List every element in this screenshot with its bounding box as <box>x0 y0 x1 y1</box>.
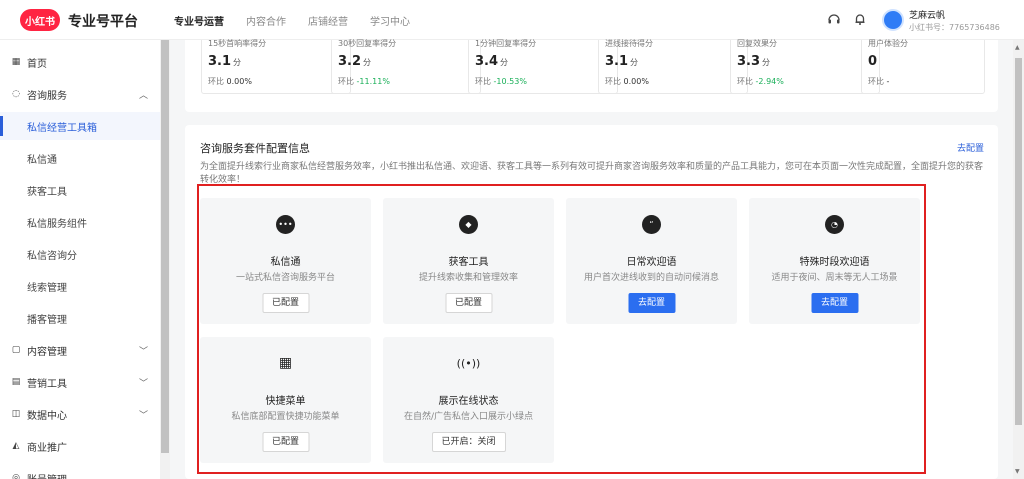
sidebar-item-label: 首页 <box>27 58 47 70</box>
sidebar-item-content[interactable]: ▢ 内容管理 ﹀ <box>0 336 160 364</box>
user-name: 芝麻云帆 <box>909 11 946 21</box>
sidebar-item-dm-components[interactable]: 私信服务组件 <box>0 208 160 236</box>
stat-change: 环比 -10.53% <box>475 77 527 86</box>
sidebar-item-marketing[interactable]: ▤ 营销工具 ﹀ <box>0 368 160 396</box>
sidebar-item-label: 商业推广 <box>27 442 67 454</box>
sidebar-item-podcast-management[interactable]: 播客管理 <box>0 304 160 332</box>
data-icon: ◫ <box>11 409 21 419</box>
chat-icon: ◌ <box>12 89 20 99</box>
stat-value: 3.3 分 <box>737 54 771 69</box>
sidebar-item-dm-toolbox[interactable]: 私信经营工具箱 <box>0 112 160 140</box>
stat-card: 用户体验分 0 环比 - <box>861 39 985 94</box>
sidebar-item-consulting[interactable]: ◌ 咨询服务 ︿ <box>0 80 160 108</box>
scroll-down-icon[interactable]: ▼ <box>1015 468 1020 475</box>
sidebar-item-label: 获客工具 <box>27 186 67 198</box>
nav-tab-learning[interactable]: 学习中心 <box>370 13 410 28</box>
headset-icon[interactable] <box>826 12 842 28</box>
stat-value: 0 <box>868 54 878 69</box>
sidebar-item-label: 数据中心 <box>27 410 67 422</box>
sidebar-item-label: 私信服务组件 <box>27 218 87 230</box>
sidebar-item-label: 播客管理 <box>27 314 67 326</box>
marketing-icon: ▤ <box>11 377 21 387</box>
top-bar: 小红书 专业号平台 专业号运营 内容合作 店铺经营 学习中心 芝麻云帆 小红书号… <box>0 0 1024 40</box>
sidebar: ▦ 首页 ◌ 咨询服务 ︿ 私信经营工具箱 私信通 获客工具 私信服务组件 私信… <box>0 40 170 479</box>
stat-value: 3.4 分 <box>475 54 509 69</box>
main-scrollbar[interactable]: ▲ ▼ <box>1013 40 1024 479</box>
sidebar-item-home[interactable]: ▦ 首页 <box>0 48 160 76</box>
stat-label: 进线接待得分 <box>605 39 653 48</box>
stat-card: 30秒回复率得分 3.2 分 环比 -11.11% <box>331 39 481 94</box>
stat-change: 环比 -2.94% <box>737 77 784 86</box>
stat-card: 15秒首响率得分 3.1 分 环比 0.00% <box>201 39 351 94</box>
sidebar-item-label: 账号管理 <box>27 471 67 479</box>
stats-panel: 15秒首响率得分 3.1 分 环比 0.00% 30秒回复率得分 3.2 分 环比 … <box>185 39 998 112</box>
xiaohongshu-logo[interactable]: 小红书 <box>20 9 60 31</box>
stat-value: 3.2 分 <box>338 54 372 69</box>
stat-label: 回复效果分 <box>737 39 777 48</box>
chevron-down-icon: ﹀ <box>138 378 148 389</box>
stat-change: 环比 - <box>868 77 890 86</box>
stat-value: 3.1 分 <box>208 54 242 69</box>
user-id: 小红书号：7765736486 <box>909 23 1000 32</box>
sidebar-item-lead-management[interactable]: 线索管理 <box>0 272 160 300</box>
sidebar-item-data-center[interactable]: ◫ 数据中心 ﹀ <box>0 400 160 428</box>
stat-change: 环比 -11.11% <box>338 77 390 86</box>
sidebar-scrollbar[interactable] <box>160 40 170 479</box>
stat-value: 3.1 分 <box>605 54 639 69</box>
stat-card: 回复效果分 3.3 分 环比 -2.94% <box>730 39 880 94</box>
nav-tab-content-cooperation[interactable]: 内容合作 <box>246 13 286 28</box>
stat-card: 1分钟回复率得分 3.4 分 环比 -10.53% <box>468 39 618 94</box>
sidebar-item-account[interactable]: ◎ 账号管理 <box>0 464 160 479</box>
stat-label: 用户体验分 <box>868 39 908 48</box>
sidebar-item-label: 私信经营工具箱 <box>27 122 97 134</box>
go-configure-link[interactable]: 去配置 <box>957 141 984 154</box>
main-scrollbar-thumb[interactable] <box>1015 58 1022 425</box>
stat-label: 1分钟回复率得分 <box>475 39 537 48</box>
bell-icon[interactable] <box>852 12 868 28</box>
platform-title: 专业号平台 <box>68 14 138 30</box>
nav-tab-operations[interactable]: 专业号运营 <box>174 13 224 28</box>
avatar[interactable] <box>882 9 904 31</box>
sidebar-scrollbar-thumb[interactable] <box>161 40 169 453</box>
sidebar-item-promotion[interactable]: ◭ 商业推广 <box>0 432 160 460</box>
sidebar-item-label: 私信咨询分 <box>27 250 77 262</box>
sidebar-item-dm-pass[interactable]: 私信通 <box>0 144 160 172</box>
config-title: 咨询服务套件配置信息 <box>200 142 310 155</box>
stat-label: 30秒回复率得分 <box>338 39 397 48</box>
sidebar-item-label: 线索管理 <box>27 282 67 294</box>
stat-change: 环比 0.00% <box>208 77 252 86</box>
promo-icon: ◭ <box>12 441 20 451</box>
sidebar-item-dm-score[interactable]: 私信咨询分 <box>0 240 160 268</box>
sidebar-item-label: 营销工具 <box>27 378 67 390</box>
highlight-frame <box>197 184 926 474</box>
stat-change: 环比 0.00% <box>605 77 649 86</box>
stat-card: 进线接待得分 3.1 分 环比 0.00% <box>598 39 748 94</box>
chevron-up-icon: ︿ <box>138 90 148 101</box>
nav-tab-store[interactable]: 店铺经营 <box>308 13 348 28</box>
chevron-down-icon: ﹀ <box>138 410 148 421</box>
sidebar-item-label: 咨询服务 <box>27 90 67 102</box>
sidebar-item-label: 私信通 <box>27 154 57 166</box>
content-icon: ▢ <box>11 345 21 355</box>
grid-icon: ▦ <box>11 57 21 67</box>
stat-label: 15秒首响率得分 <box>208 39 267 48</box>
sidebar-item-label: 内容管理 <box>27 346 67 358</box>
chevron-down-icon: ﹀ <box>138 346 148 357</box>
account-icon: ◎ <box>12 473 20 479</box>
sidebar-item-lead-tools[interactable]: 获客工具 <box>0 176 160 204</box>
scroll-up-icon[interactable]: ▲ <box>1015 44 1020 51</box>
top-nav: 专业号运营 内容合作 店铺经营 学习中心 <box>174 13 432 28</box>
